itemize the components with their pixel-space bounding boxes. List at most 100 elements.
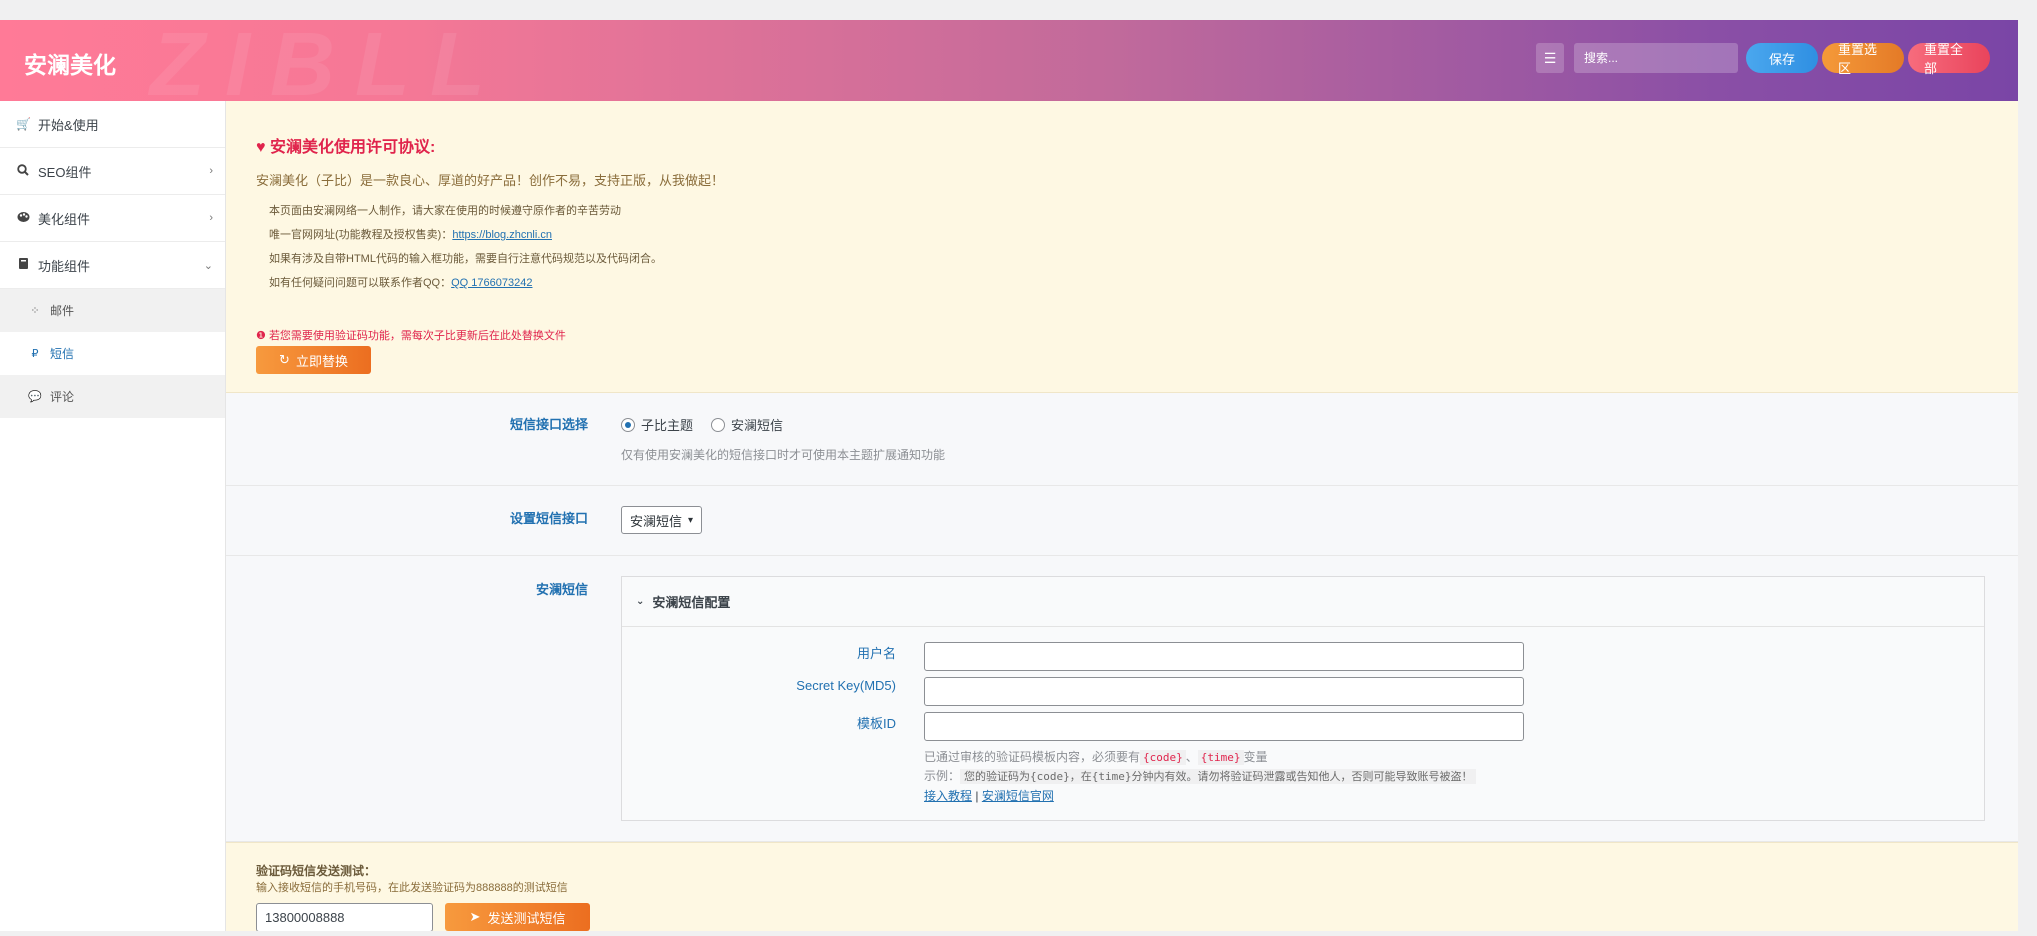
sms-select-desc: 仅有使用安澜美化的短信接口时才可使用本主题扩展通知功能 bbox=[621, 448, 946, 462]
link-separator: | bbox=[975, 789, 979, 803]
send-test-sms-label: 发送测试短信 bbox=[487, 910, 566, 926]
radio-label: 子比主题 bbox=[641, 418, 694, 433]
admin-frame: ZIBLL 安澜美化 ☰ 保存 重置选区 重置全部 🛒 开始&使用 SEO组件 … bbox=[0, 20, 2018, 931]
radio-dot bbox=[621, 417, 635, 432]
chevron-down-icon: ⌄ bbox=[203, 259, 213, 272]
send-test-sms-button[interactable]: ➤ 发送测试短信 bbox=[445, 903, 590, 931]
sidebar-item-beautify[interactable]: 美化组件 › bbox=[0, 195, 225, 242]
template-id-field[interactable] bbox=[924, 712, 1524, 741]
header-watermark: ZIBLL bbox=[150, 20, 505, 115]
select-value: 安澜短信 bbox=[630, 513, 683, 529]
notice-warning: ❶ 若您需要使用验证码功能，需每次子比更新后在此处替换文件 bbox=[256, 327, 566, 343]
sidebar-subitem-label: 短信 bbox=[50, 347, 75, 361]
secret-key-label: Secret Key(MD5) bbox=[796, 678, 896, 693]
code-var: {code} bbox=[1140, 750, 1186, 765]
top-header: ZIBLL 安澜美化 ☰ 保存 重置选区 重置全部 bbox=[0, 20, 2018, 110]
notice-warning-text: 若您需要使用验证码功能，需每次子比更新后在此处替换文件 bbox=[268, 330, 566, 342]
anlan-sms-website-link[interactable]: 安澜短信官网 bbox=[982, 789, 1054, 803]
save-button[interactable]: 保存 bbox=[1746, 43, 1818, 73]
template-hint: 已通过审核的验证码模板内容，必须要有 {code}、 {time} 变量 bbox=[924, 748, 1268, 765]
sidebar-subitem-label: 邮件 bbox=[50, 304, 75, 318]
paper-plane-icon: ➤ bbox=[469, 909, 481, 924]
page-scrollbar-gutter bbox=[2018, 20, 2037, 931]
sidebar-item-seo[interactable]: SEO组件 › bbox=[0, 148, 225, 195]
book-icon bbox=[16, 257, 30, 273]
username-label: 用户名 bbox=[856, 646, 896, 661]
sidebar-item-label: 功能组件 bbox=[38, 258, 91, 274]
spinner-icon: ⁘ bbox=[30, 305, 40, 317]
time-var: {time} bbox=[1197, 750, 1244, 765]
cart-icon: 🛒 bbox=[16, 117, 31, 131]
radio-anlan[interactable]: 安澜短信 bbox=[711, 415, 783, 434]
refresh-icon: ↻ bbox=[279, 352, 290, 367]
website-link[interactable]: https://blog.zhcnli.cn bbox=[452, 229, 552, 241]
example-label: 示例： bbox=[924, 769, 961, 783]
comments-icon: 💬 bbox=[28, 391, 42, 403]
chevron-down-icon: ▾ bbox=[688, 514, 694, 526]
chevron-down-icon: ⌄ bbox=[636, 596, 645, 607]
replace-now-button[interactable]: ↻ 立即替换 bbox=[256, 346, 371, 374]
panel-title: 安澜短信配置 bbox=[652, 595, 731, 610]
replace-now-label: 立即替换 bbox=[295, 353, 348, 369]
sms-select-row: 短信接口选择 子比主题 安澜短信 仅有使用安澜美化的短信接口时才可使用本主题扩展… bbox=[226, 393, 2018, 486]
sidebar-item-features[interactable]: 功能组件 ⌄ bbox=[0, 242, 225, 289]
panel-header[interactable]: ⌄ 安澜短信配置 bbox=[622, 577, 1984, 627]
panel-links: 接入教程 | 安澜短信官网 bbox=[924, 787, 1054, 804]
template-example: 示例： 您的验证码为{code}，在{time}分钟内有效。请勿将验证码泄露或告知… bbox=[924, 767, 1477, 784]
sidebar-item-start[interactable]: 🛒 开始&使用 bbox=[0, 101, 225, 148]
sidebar-subitem-comments[interactable]: 💬 评论 bbox=[0, 375, 225, 418]
reset-section-button[interactable]: 重置选区 bbox=[1822, 42, 1904, 76]
alert-icon: ❶ bbox=[256, 330, 266, 342]
integration-tutorial-link[interactable]: 接入教程 bbox=[924, 789, 972, 803]
reset-all-button[interactable]: 重置全部 bbox=[1908, 42, 1990, 76]
chevron-right-icon: › bbox=[209, 212, 213, 224]
sidebar-item-label: 美化组件 bbox=[38, 211, 91, 227]
sidebar-subitem-label: 评论 bbox=[50, 390, 75, 404]
phone-input[interactable] bbox=[256, 903, 433, 931]
radio-zibll[interactable]: 子比主题 bbox=[621, 415, 693, 434]
sidebar-item-label: 开始&使用 bbox=[38, 117, 99, 133]
ruble-icon: ₽ bbox=[31, 348, 39, 360]
example-text: 您的验证码为{code}，在{time}分钟内有效。请勿将验证码泄露或告知他人，… bbox=[960, 769, 1477, 784]
sidebar-submenu: ⁘ 邮件 ₽ 短信 💬 评论 bbox=[0, 289, 225, 418]
hint-text: 变量 bbox=[1243, 750, 1268, 764]
main-content: ♥ 安澜美化使用许可协议: 安澜美化（子比）是一款良心、厚道的好产品！创作不易，… bbox=[226, 101, 2018, 931]
notice-line: 如果有涉及自带HTML代码的输入框功能，需要自行注意代码规范以及代码闭合。 bbox=[269, 253, 662, 265]
menu-toggle-icon[interactable]: ☰ bbox=[1536, 43, 1564, 73]
sms-interface-select[interactable]: 安澜短信 ▾ bbox=[621, 506, 703, 534]
heart-icon: ♥ bbox=[256, 139, 266, 156]
username-field[interactable] bbox=[924, 642, 1524, 671]
notice-line: 如有任何疑问问题可以联系作者QQ：QQ 1766073242 bbox=[269, 274, 532, 290]
sms-radio-group: 子比主题 安澜短信 bbox=[621, 415, 801, 434]
sidebar-subitem-email[interactable]: ⁘ 邮件 bbox=[0, 289, 225, 332]
qq-link[interactable]: QQ 1766073242 bbox=[451, 277, 532, 289]
header-actions: ☰ 保存 重置选区 重置全部 bbox=[1536, 42, 1990, 76]
notice-line: 唯一官网网址(功能教程及授权售卖)：https://blog.zhcnli.cn bbox=[269, 226, 552, 242]
secret-key-field[interactable] bbox=[924, 677, 1524, 706]
test-desc: 输入接收短信的手机号码，在此发送验证码为888888的测试短信 bbox=[256, 882, 568, 894]
license-notice: ♥ 安澜美化使用许可协议: 安澜美化（子比）是一款良心、厚道的好产品！创作不易，… bbox=[226, 101, 2018, 393]
test-title: 验证码短信发送测试： bbox=[256, 864, 377, 878]
search-input[interactable] bbox=[1574, 43, 1738, 73]
notice-line: 本页面由安澜网络一人制作，请大家在使用的时候遵守原作者的辛苦劳动 bbox=[269, 205, 621, 217]
notice-line-text: 唯一官网网址(功能教程及授权售卖)： bbox=[269, 229, 453, 241]
hint-text: 已通过审核的验证码模板内容，必须要有 bbox=[924, 750, 1141, 764]
anlan-sms-panel: ⌄ 安澜短信配置 用户名 Secret Key(MD5) 模板ID 已通过审核的… bbox=[621, 576, 1985, 821]
template-id-label: 模板ID bbox=[856, 716, 896, 731]
sms-interface-row: 设置短信接口 安澜短信 ▾ bbox=[226, 486, 2018, 556]
notice-line-text: 如有任何疑问问题可以联系作者QQ： bbox=[269, 277, 452, 289]
radio-dot bbox=[711, 417, 726, 432]
notice-intro: 安澜美化（子比）是一款良心、厚道的好产品！创作不易，支持正版，从我做起！ bbox=[256, 173, 725, 188]
chevron-right-icon: › bbox=[209, 165, 213, 177]
sidebar: 🛒 开始&使用 SEO组件 › 美化组件 › 功能组件 ⌄ ⁘ 邮件 ₽ 短信 … bbox=[0, 101, 226, 931]
anlan-sms-label: 安澜短信 bbox=[535, 582, 588, 597]
sidebar-item-label: SEO组件 bbox=[38, 164, 92, 180]
search-icon bbox=[16, 163, 30, 179]
palette-icon bbox=[16, 211, 30, 226]
sidebar-subitem-sms[interactable]: ₽ 短信 bbox=[0, 332, 225, 375]
anlan-sms-row: 安澜短信 ⌄ 安澜短信配置 用户名 Secret Key(MD5) 模板ID 已… bbox=[226, 556, 2018, 842]
notice-title-text: 安澜美化使用许可协议: bbox=[269, 139, 436, 156]
sms-interface-label: 设置短信接口 bbox=[509, 511, 588, 526]
hint-text: 、 bbox=[1185, 750, 1198, 764]
brand-title: 安澜美化 bbox=[24, 52, 116, 78]
